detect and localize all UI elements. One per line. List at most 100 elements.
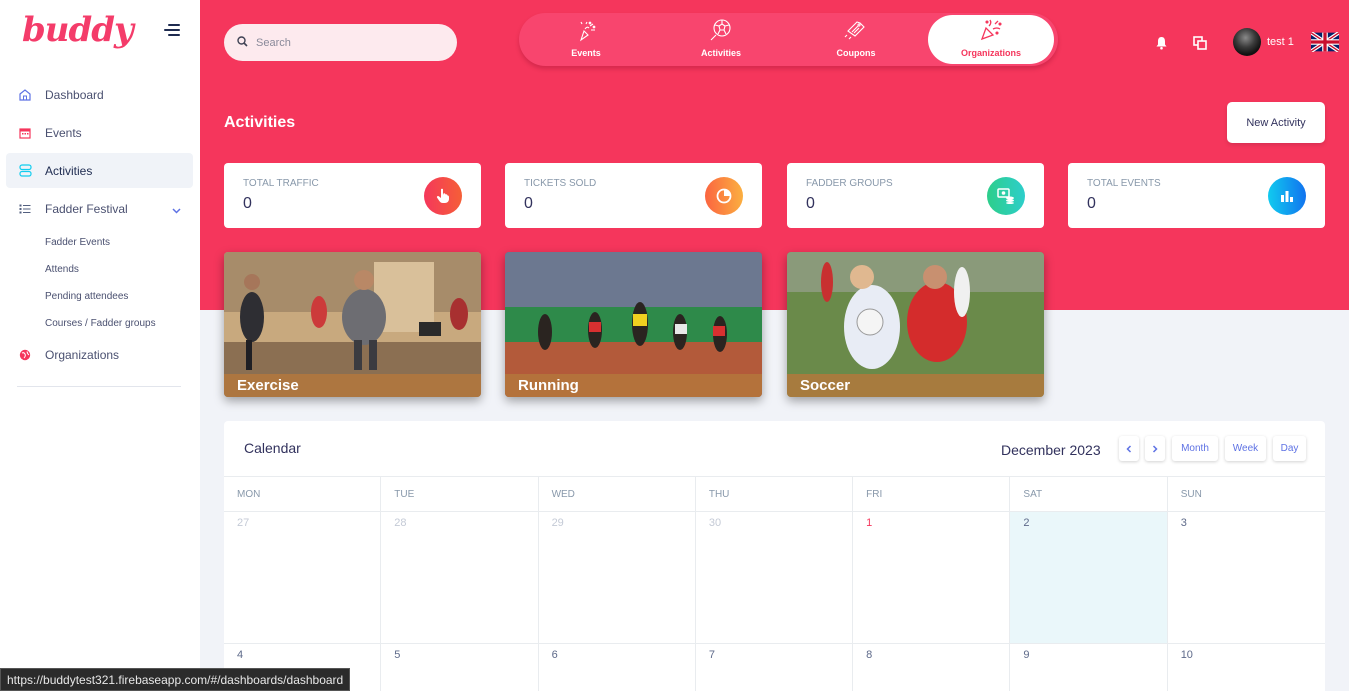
page-title: Activities bbox=[224, 114, 296, 131]
day-of-week: FRI bbox=[853, 477, 1011, 511]
day-of-week: TUE bbox=[381, 477, 539, 511]
tab-label: Organizations bbox=[960, 48, 1021, 58]
copy-icon[interactable] bbox=[1193, 36, 1207, 55]
sidebar-item-activities[interactable]: Activities bbox=[6, 153, 193, 188]
calendar-day[interactable]: 9 bbox=[1010, 644, 1168, 691]
sidebar-subitem-attends[interactable]: Attends bbox=[45, 256, 193, 283]
activity-card-label: Exercise bbox=[224, 374, 481, 397]
stat-label: FADDER GROUPS bbox=[806, 178, 893, 189]
calendar-day-today[interactable]: 2 bbox=[1010, 512, 1168, 643]
buddy-logo[interactable]: buddy bbox=[22, 10, 134, 50]
sidebar-item-label: Dashboard bbox=[45, 87, 104, 102]
user-name[interactable]: test 1 bbox=[1267, 36, 1294, 48]
search-icon bbox=[237, 34, 248, 52]
calendar-panel: Calendar December 2023 Month Week Day MO… bbox=[224, 421, 1325, 691]
calendar-day[interactable]: 8 bbox=[853, 644, 1011, 691]
calendar-icon bbox=[18, 126, 32, 140]
sidebar-subitem-pending-attendees[interactable]: Pending attendees bbox=[45, 283, 193, 310]
activity-card-exercise[interactable]: Exercise bbox=[224, 252, 481, 397]
chevron-right-icon bbox=[1152, 444, 1158, 453]
sidebar-divider bbox=[17, 386, 181, 387]
calendar-week-button[interactable]: Week bbox=[1225, 436, 1266, 461]
sidebar-item-label: Fadder Festival bbox=[45, 201, 128, 216]
tab-label: Activities bbox=[700, 48, 742, 58]
sidebar-subitem-courses[interactable]: Courses / Fadder groups bbox=[45, 310, 193, 337]
party-icon bbox=[575, 20, 597, 48]
stat-label: TOTAL EVENTS bbox=[1087, 178, 1161, 189]
money-coins-icon bbox=[987, 177, 1025, 215]
day-of-week: WED bbox=[539, 477, 696, 511]
globe-icon bbox=[18, 348, 32, 362]
stat-value: 0 bbox=[1087, 195, 1096, 212]
bar-chart-icon bbox=[1268, 177, 1306, 215]
activity-card-soccer[interactable]: Soccer bbox=[787, 252, 1044, 397]
calendar-month-button[interactable]: Month bbox=[1172, 436, 1218, 461]
calendar-grid: MON TUE WED THU FRI SAT SUN 27 28 29 30 … bbox=[224, 476, 1325, 691]
calendar-day[interactable]: 29 bbox=[539, 512, 696, 643]
calendar-day[interactable]: 1 bbox=[853, 512, 1011, 643]
activities-icon bbox=[18, 164, 32, 178]
fadder-festival-submenu: Fadder Events Attends Pending attendees … bbox=[6, 229, 193, 337]
stat-label: TICKETS SOLD bbox=[524, 178, 597, 189]
list-icon bbox=[18, 202, 32, 216]
tab-label: Events bbox=[571, 48, 601, 58]
stat-card-tickets-sold: TICKETS SOLD 0 bbox=[505, 163, 762, 228]
bell-icon[interactable] bbox=[1155, 36, 1168, 55]
hand-pointer-icon bbox=[424, 177, 462, 215]
search-box[interactable] bbox=[224, 24, 457, 61]
tab-activities[interactable]: Activities bbox=[658, 15, 784, 64]
calendar-day[interactable]: 7 bbox=[696, 644, 854, 691]
new-activity-button[interactable]: New Activity bbox=[1227, 102, 1325, 143]
calendar-day[interactable]: 6 bbox=[539, 644, 696, 691]
menu-toggle-icon[interactable] bbox=[164, 24, 180, 38]
calendar-day[interactable]: 27 bbox=[224, 512, 382, 643]
tab-label: Coupons bbox=[836, 48, 876, 58]
coupon-icon bbox=[844, 18, 868, 48]
day-of-week: THU bbox=[696, 477, 854, 511]
calendar-title: Calendar bbox=[244, 440, 301, 456]
activity-card-running[interactable]: Running bbox=[505, 252, 762, 397]
tab-organizations[interactable]: Organizations bbox=[928, 15, 1054, 64]
soccer-ball-icon bbox=[709, 18, 733, 48]
stat-value: 0 bbox=[243, 195, 252, 212]
tab-events[interactable]: Events bbox=[523, 15, 649, 64]
stat-card-total-events: TOTAL EVENTS 0 bbox=[1068, 163, 1325, 228]
tab-coupons[interactable]: Coupons bbox=[793, 15, 919, 64]
calendar-day[interactable]: 5 bbox=[381, 644, 539, 691]
status-bar-url: https://buddytest321.firebaseapp.com/#/d… bbox=[0, 668, 351, 691]
calendar-week: 27 28 29 30 1 2 3 bbox=[224, 512, 1325, 644]
calendar-month: December 2023 bbox=[1001, 442, 1101, 458]
uk-flag-icon[interactable] bbox=[1309, 31, 1341, 53]
user-avatar[interactable] bbox=[1233, 28, 1261, 56]
day-of-week: SUN bbox=[1180, 489, 1202, 500]
stat-value: 0 bbox=[806, 195, 815, 212]
day-of-week: MON bbox=[224, 477, 382, 511]
top-navigation: Events Activities Coupons Organizations bbox=[519, 13, 1058, 66]
calendar-day[interactable]: 30 bbox=[696, 512, 854, 643]
stat-card-total-traffic: TOTAL TRAFFIC 0 bbox=[224, 163, 481, 228]
chevron-left-icon bbox=[1126, 444, 1132, 453]
sidebar-item-label: Events bbox=[45, 125, 82, 140]
sidebar-item-fadder-festival[interactable]: Fadder Festival bbox=[6, 191, 193, 226]
calendar-day-button[interactable]: Day bbox=[1273, 436, 1306, 461]
sidebar-item-dashboard[interactable]: Dashboard bbox=[6, 77, 193, 112]
calendar-header-row: MON TUE WED THU FRI SAT SUN bbox=[224, 477, 1325, 512]
sidebar-subitem-fadder-events[interactable]: Fadder Events bbox=[45, 229, 193, 256]
calendar-day[interactable]: 3 bbox=[1168, 512, 1325, 643]
pie-chart-icon bbox=[705, 177, 743, 215]
sidebar-nav: Dashboard Events Activities Fadder Festi… bbox=[6, 77, 193, 375]
calendar-day[interactable]: 28 bbox=[381, 512, 539, 643]
calendar-next-button[interactable] bbox=[1145, 436, 1165, 461]
day-of-week: SAT bbox=[1010, 477, 1168, 511]
calendar-prev-button[interactable] bbox=[1119, 436, 1139, 461]
sidebar-item-organizations[interactable]: Organizations bbox=[6, 337, 193, 372]
stat-value: 0 bbox=[524, 195, 533, 212]
chevron-down-icon bbox=[172, 203, 181, 217]
sidebar-item-label: Activities bbox=[45, 163, 93, 178]
calendar-week: 4 5 6 7 8 9 10 bbox=[224, 644, 1325, 691]
stat-card-fadder-groups: FADDER GROUPS 0 bbox=[787, 163, 1044, 228]
search-input[interactable] bbox=[256, 36, 446, 49]
calendar-day[interactable]: 10 bbox=[1168, 644, 1325, 691]
confetti-icon bbox=[979, 18, 1003, 48]
sidebar-item-events[interactable]: Events bbox=[6, 115, 193, 150]
